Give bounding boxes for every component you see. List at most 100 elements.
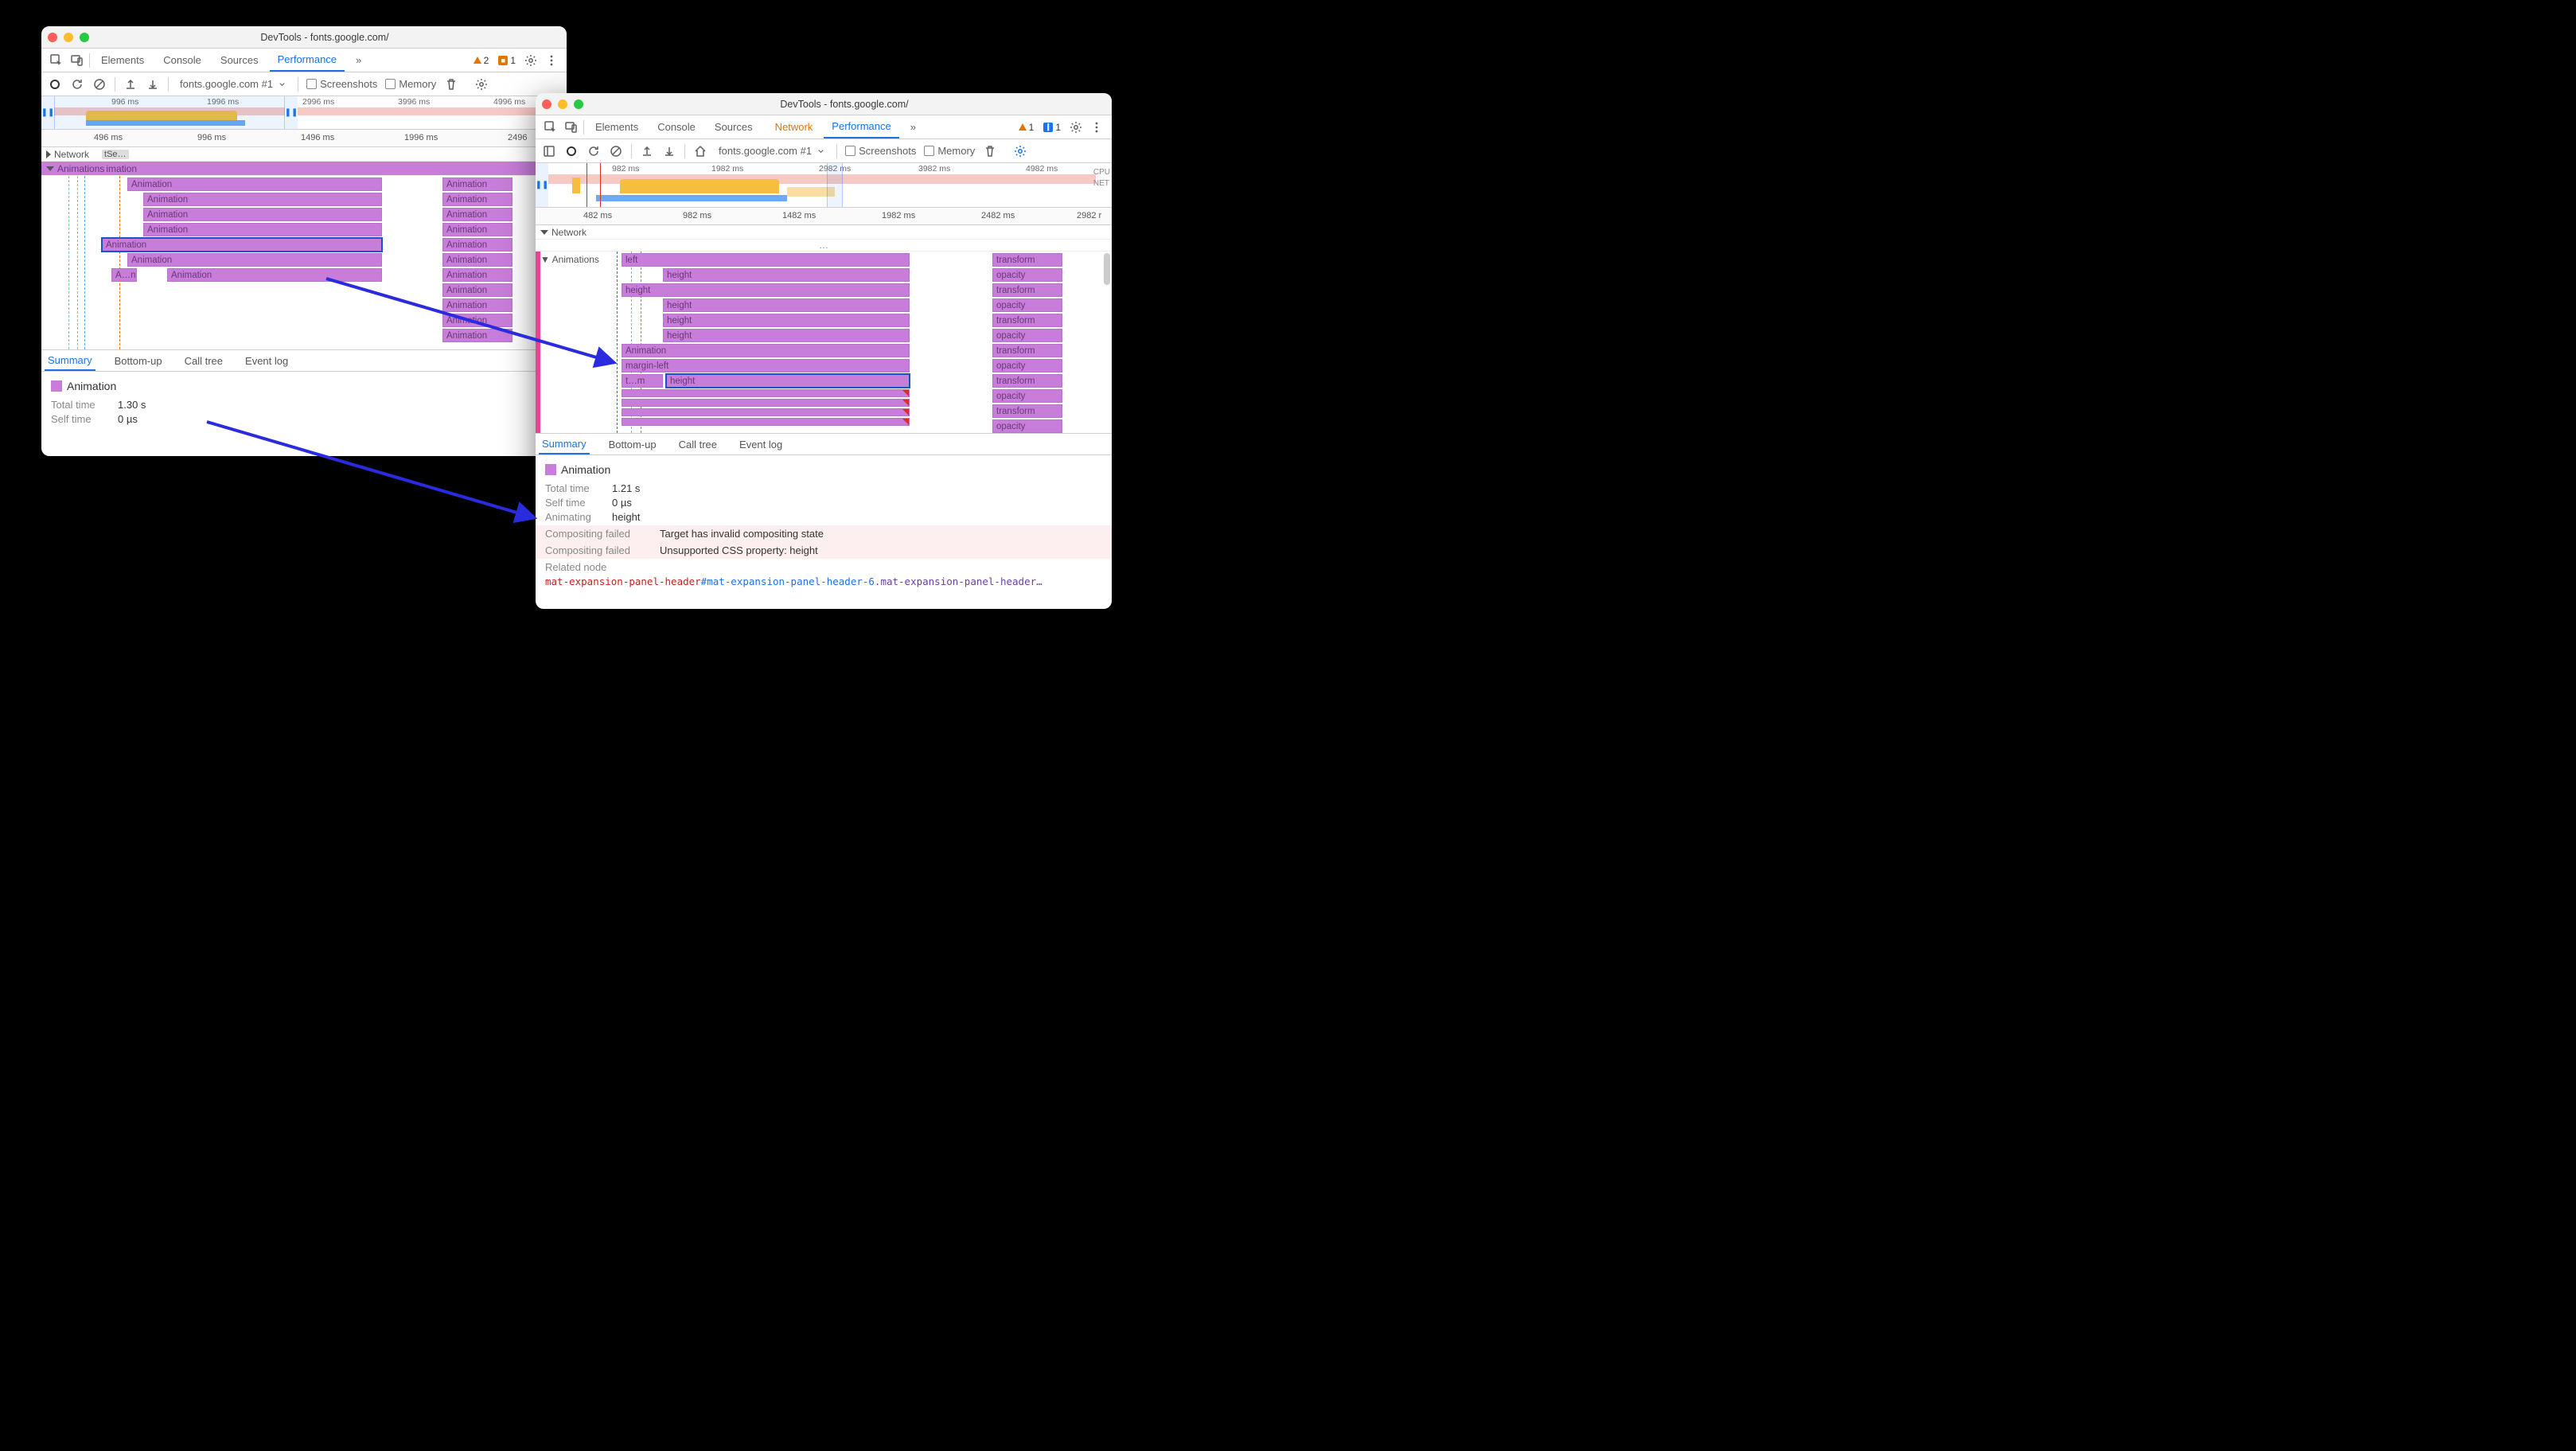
flame-bar[interactable]: Animation [442,283,512,297]
tab-performance[interactable]: Performance [824,115,898,138]
flame-bar[interactable]: Animation [143,208,382,221]
tab-bottomup[interactable]: Bottom-up [111,350,166,371]
flame-bar[interactable]: Animation [143,223,382,236]
record-button[interactable] [48,77,62,92]
track-animations[interactable]: Animationsimation [41,162,567,176]
tab-sources[interactable]: Sources [707,115,761,138]
flame-bar[interactable]: Animation [143,193,382,206]
flame-bar[interactable]: Animation [442,314,512,327]
tab-console[interactable]: Console [155,49,209,72]
device-icon[interactable] [68,52,86,69]
net-item[interactable]: tSe… [102,150,129,159]
memory-checkbox[interactable]: Memory [924,145,975,157]
flame-bar[interactable]: height [663,314,910,327]
gear-icon[interactable] [1067,119,1085,136]
flame-bar[interactable]: opacity [992,298,1062,312]
recording-select[interactable]: fonts.google.com #1 [715,145,828,158]
gear-icon[interactable] [522,52,540,69]
animations-label[interactable]: ▼ Animations [540,254,599,265]
flame-bar[interactable]: transform [992,253,1062,267]
flame-bar[interactable]: margin-left [622,359,910,373]
messages-badge[interactable]: ■1 [495,55,519,66]
reload-record-button[interactable] [70,77,84,92]
flame-bar[interactable] [622,389,910,397]
flame-bar[interactable]: transform [992,404,1062,418]
dots-icon[interactable] [543,52,560,69]
track-network[interactable]: Network [536,225,1112,240]
download-icon[interactable] [662,144,676,158]
tab-more[interactable]: » [902,115,924,138]
flame-bar[interactable]: A…n [111,268,137,282]
gear-icon[interactable] [474,77,489,92]
flame-bar[interactable]: Animation [622,344,910,357]
download-icon[interactable] [146,77,160,92]
flame-bar[interactable] [622,418,910,426]
flame-bar[interactable]: Animation [442,329,512,342]
titlebar[interactable]: DevTools - fonts.google.com/ [536,93,1112,115]
flame-bar[interactable]: height [663,268,910,282]
memory-checkbox[interactable]: Memory [385,78,436,90]
dots-icon[interactable] [1088,119,1105,136]
scrollbar[interactable] [1104,253,1110,285]
messages-badge[interactable]: ❙1 [1040,122,1064,133]
flame-bar[interactable]: transform [992,344,1062,357]
close-icon[interactable] [542,99,551,109]
flame-bar[interactable]: transform [992,314,1062,327]
overview[interactable]: ❚❚ 982 ms 1982 ms 2982 ms 3982 ms 4982 m… [536,163,1112,208]
reload-record-button[interactable] [587,144,601,158]
tab-bottomup[interactable]: Bottom-up [606,434,660,454]
flame-bar[interactable]: Animation [127,177,382,191]
flame-bar[interactable]: left [622,253,910,267]
flame-bar-selected[interactable]: height [666,374,910,388]
flame-bar[interactable] [622,408,910,416]
inspect-icon[interactable] [542,119,559,136]
timeline-ruler[interactable]: 496 ms 996 ms 1496 ms 1996 ms 2496 [41,130,567,147]
trash-icon[interactable] [983,144,997,158]
tab-calltree[interactable]: Call tree [676,434,720,454]
titlebar[interactable]: DevTools - fonts.google.com/ [41,26,567,49]
tab-network[interactable]: Network [764,115,821,138]
traffic-lights[interactable] [48,33,89,42]
flame-bar[interactable]: Animation [442,238,512,252]
minimize-icon[interactable] [558,99,567,109]
track-collapsed-dots[interactable]: … [536,240,1112,252]
flame-bar[interactable]: transform [992,283,1062,297]
flame-bar[interactable]: Animation [442,223,512,236]
tab-elements[interactable]: Elements [93,49,152,72]
tab-sources[interactable]: Sources [212,49,267,72]
flame-area-right[interactable]: ▼ Animations left height height height h… [536,252,1112,433]
tab-calltree[interactable]: Call tree [181,350,226,371]
tab-elements[interactable]: Elements [587,115,646,138]
screenshots-checkbox[interactable]: Screenshots [845,145,916,157]
gear-icon[interactable] [1013,144,1027,158]
traffic-lights[interactable] [542,99,583,109]
track-network[interactable]: Network tSe… [41,147,567,162]
minimize-icon[interactable] [64,33,73,42]
flame-bar[interactable]: height [663,298,910,312]
dock-icon[interactable] [542,144,556,158]
close-icon[interactable] [48,33,57,42]
recording-select[interactable]: fonts.google.com #1 [177,78,290,91]
flame-bar-selected[interactable]: Animation [102,238,382,252]
related-node-link[interactable]: mat-expansion-panel-header#mat-expansion… [545,575,1102,587]
flame-bar[interactable]: Animation [167,268,382,282]
flame-bar[interactable]: opacity [992,359,1062,373]
flame-bar[interactable]: height [622,283,910,297]
device-icon[interactable] [563,119,580,136]
tab-eventlog[interactable]: Event log [736,434,785,454]
record-button[interactable] [564,144,579,158]
flame-bar[interactable]: Animation [442,268,512,282]
flame-bar[interactable]: opacity [992,268,1062,282]
tab-console[interactable]: Console [649,115,703,138]
zoom-icon[interactable] [80,33,89,42]
flame-bar[interactable]: Animation [127,253,382,267]
warnings-badge[interactable]: 2 [470,55,493,66]
pause-icon[interactable]: ❚❚ [536,163,548,207]
timeline-ruler[interactable]: 482 ms 982 ms 1482 ms 1982 ms 2482 ms 29… [536,208,1112,225]
flame-bar[interactable]: Animation [442,208,512,221]
flame-bar[interactable]: transform [992,374,1062,388]
flame-bar[interactable]: t…m [622,374,663,388]
flame-bar[interactable]: Animation [442,177,512,191]
flame-bar[interactable]: height [663,329,910,342]
flame-bar[interactable]: opacity [992,329,1062,342]
